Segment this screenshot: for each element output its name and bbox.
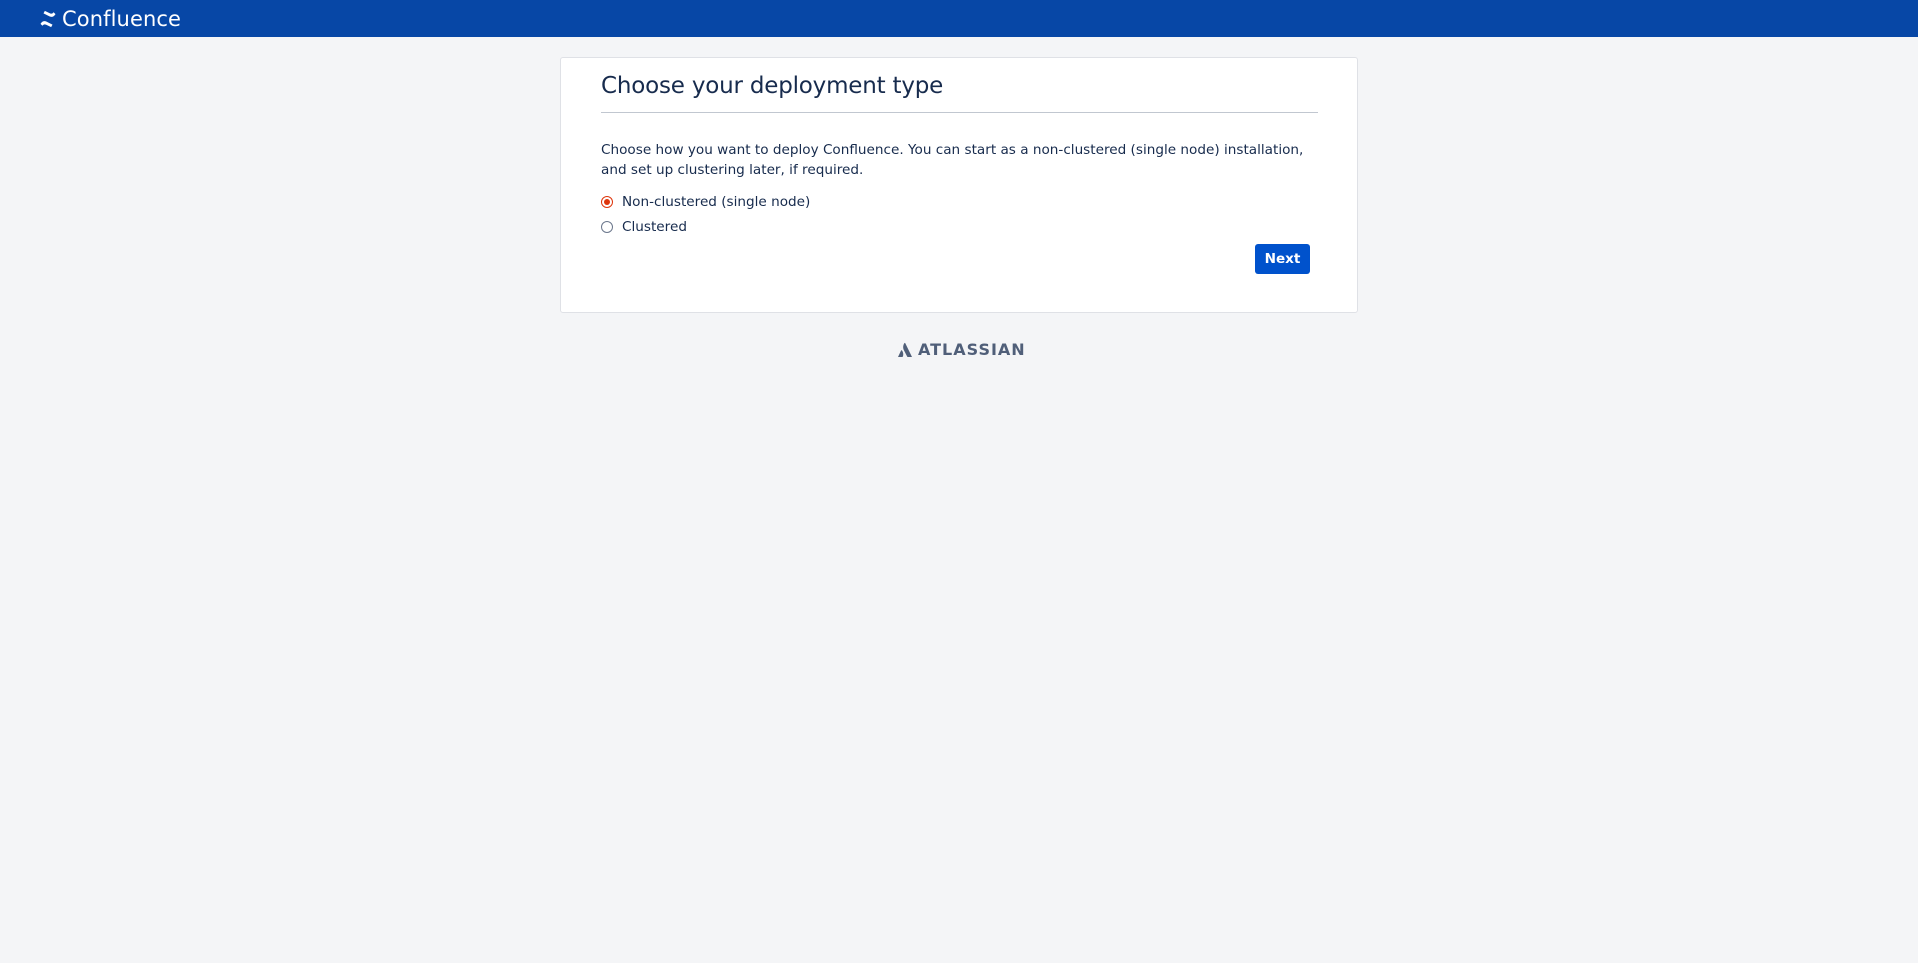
option-non-clustered[interactable]: Non-clustered (single node)	[601, 194, 810, 210]
top-navigation-bar: Confluence	[0, 0, 1918, 37]
next-button[interactable]: Next	[1255, 244, 1310, 274]
atlassian-logo-icon	[898, 342, 912, 357]
atlassian-footer-logo: ATLASSIAN	[897, 340, 1026, 359]
atlassian-wordmark: ATLASSIAN	[918, 340, 1026, 359]
deployment-description: Choose how you want to deploy Confluence…	[601, 142, 1304, 178]
deployment-type-panel: Choose your deployment type Choose how y…	[560, 57, 1358, 313]
radio-clustered[interactable]	[601, 221, 613, 233]
confluence-logo-icon	[40, 10, 56, 27]
option-clustered-label: Clustered	[622, 219, 687, 235]
confluence-home-link[interactable]: Confluence	[39, 7, 181, 31]
option-clustered[interactable]: Clustered	[601, 219, 687, 235]
title-divider	[601, 112, 1318, 113]
radio-non-clustered[interactable]	[601, 196, 613, 208]
option-non-clustered-label: Non-clustered (single node)	[622, 194, 811, 210]
product-name: Confluence	[62, 6, 182, 31]
page-title: Choose your deployment type	[601, 73, 944, 99]
